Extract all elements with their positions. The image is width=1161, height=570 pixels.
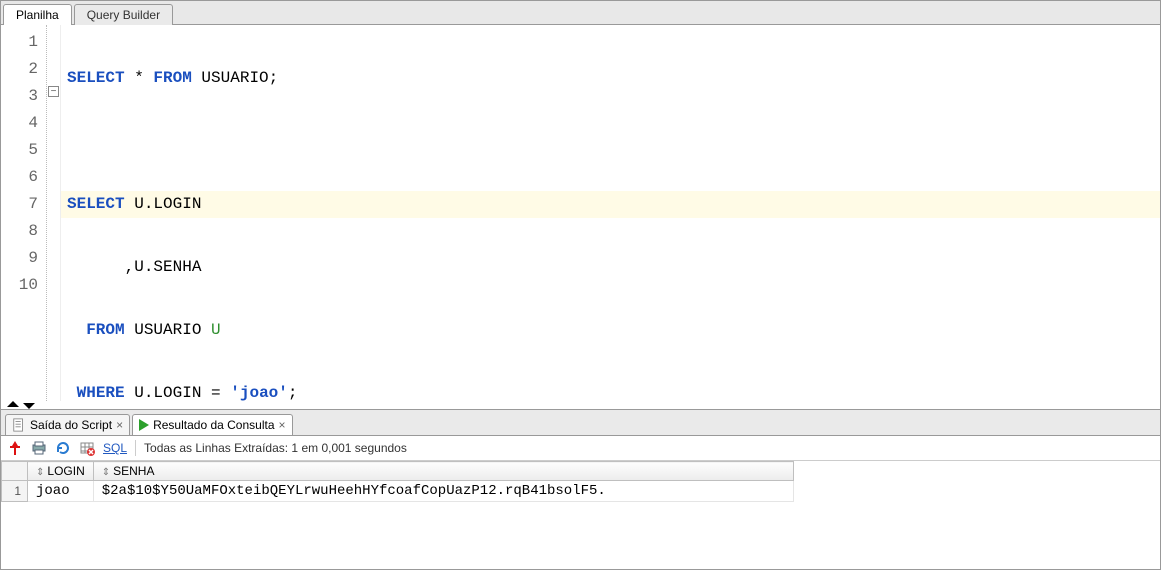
cell-senha[interactable]: $2a$10$Y50UaMFOxteibQEYLrwuHeehHYfcoafCo… [93, 481, 793, 502]
code-line: WHERE U.LOGIN = 'joao'; [67, 380, 1154, 401]
column-header-senha[interactable]: ⇕SENHA [93, 462, 793, 481]
line-number: 3 [1, 83, 42, 110]
code-line: ,U.SENHA [67, 254, 1154, 281]
line-number: 4 [1, 110, 42, 137]
sort-icon: ⇕ [36, 467, 44, 478]
sql-editor[interactable]: 1 2 3 4 5 6 7 8 9 10 − SELECT * FROM USU… [1, 25, 1160, 401]
results-panel: Saída do Script Resultado da Consulta SQ… [1, 409, 1160, 569]
row-number: 1 [2, 481, 28, 502]
document-icon [12, 418, 26, 432]
vertical-splitter[interactable] [1, 401, 1160, 409]
result-grid[interactable]: ⇕LOGIN ⇕SENHA 1 joao $2a$10$Y50UaMFOxtei… [1, 461, 1160, 569]
sort-icon: ⇕ [102, 467, 110, 478]
delete-row-icon[interactable] [79, 440, 95, 456]
tab-label: Saída do Script [30, 418, 112, 432]
editor-top-tabs: Planilha Query Builder [1, 1, 1160, 25]
fold-toggle-icon[interactable]: − [48, 86, 59, 97]
line-number: 6 [1, 164, 42, 191]
tab-query-builder[interactable]: Query Builder [74, 4, 173, 25]
table-row[interactable]: 1 joao $2a$10$Y50UaMFOxteibQEYLrwuHeehHY… [2, 481, 794, 502]
tab-planilha[interactable]: Planilha [3, 4, 72, 25]
results-tabs: Saída do Script Resultado da Consulta [1, 410, 1160, 436]
refresh-icon[interactable] [55, 440, 71, 456]
line-number: 7 [1, 191, 42, 218]
results-toolbar: SQL Todas as Linhas Extraídas: 1 em 0,00… [1, 436, 1160, 461]
separator [135, 440, 136, 456]
code-line: FROM USUARIO U [67, 317, 1154, 344]
line-number: 1 [1, 29, 42, 56]
line-number: 8 [1, 218, 42, 245]
play-icon [139, 419, 149, 431]
printer-icon[interactable] [31, 440, 47, 456]
close-icon[interactable] [116, 418, 123, 432]
line-number: 5 [1, 137, 42, 164]
code-line-highlighted: SELECT U.LOGIN [61, 191, 1160, 218]
cell-login[interactable]: joao [28, 481, 94, 502]
sql-link[interactable]: SQL [103, 441, 127, 455]
code-line: SELECT * FROM USUARIO; [67, 65, 1154, 92]
row-number-header[interactable] [2, 462, 28, 481]
tab-label: Resultado da Consulta [153, 418, 274, 432]
pin-icon[interactable] [7, 440, 23, 456]
line-number: 2 [1, 56, 42, 83]
fold-gutter: − [47, 25, 61, 401]
line-number-gutter: 1 2 3 4 5 6 7 8 9 10 [1, 25, 47, 401]
tab-script-output[interactable]: Saída do Script [5, 414, 130, 435]
line-number: 9 [1, 245, 42, 272]
tab-query-result[interactable]: Resultado da Consulta [132, 414, 292, 435]
code-area[interactable]: SELECT * FROM USUARIO; SELECT U.LOGIN ,U… [61, 25, 1160, 401]
fetch-status-text: Todas as Linhas Extraídas: 1 em 0,001 se… [144, 441, 407, 455]
line-number: 10 [1, 272, 42, 299]
column-header-login[interactable]: ⇕LOGIN [28, 462, 94, 481]
result-table: ⇕LOGIN ⇕SENHA 1 joao $2a$10$Y50UaMFOxtei… [1, 461, 794, 502]
close-icon[interactable] [279, 418, 286, 432]
table-header-row: ⇕LOGIN ⇕SENHA [2, 462, 794, 481]
code-line [67, 128, 1154, 155]
